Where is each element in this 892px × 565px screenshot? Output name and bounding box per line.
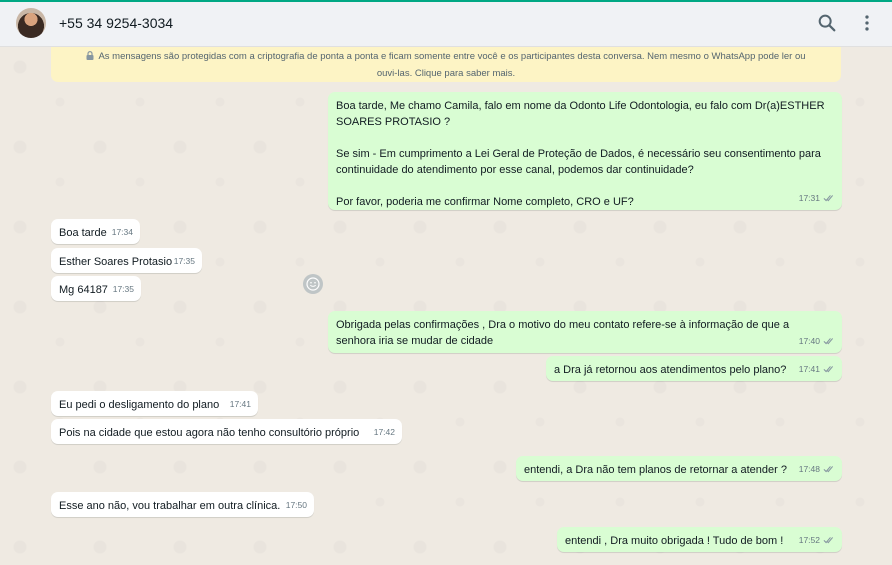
message-text: Esse ano não, vou trabalhar em outra clí…	[59, 500, 281, 512]
double-check-icon	[823, 366, 834, 373]
message-bubble-in[interactable]: Boa tarde 17:34	[51, 219, 140, 244]
message-bubble-out[interactable]: entendi , Dra muito obrigada ! Tudo de b…	[557, 527, 842, 552]
message-text: Boa tarde, Me chamo Camila, falo em nome…	[336, 100, 825, 208]
encryption-notice[interactable]: As mensagens são protegidas com a cripto…	[51, 47, 841, 82]
message-text: Pois na cidade que estou agora não tenho…	[59, 427, 360, 439]
message-time: 17:52	[798, 535, 820, 545]
double-check-icon	[823, 195, 834, 202]
message-time: 17:48	[798, 464, 820, 474]
message-bubble-out[interactable]: Boa tarde, Me chamo Camila, falo em nome…	[328, 92, 842, 210]
message-time: 17:50	[285, 500, 307, 510]
message-bubble-in[interactable]: Mg 64187 17:35	[51, 276, 141, 301]
message-list[interactable]: As mensagens são protegidas com a cripto…	[0, 47, 892, 565]
encryption-notice-line1: As mensagens são protegidas com a cripto…	[98, 51, 806, 62]
smiley-icon	[306, 277, 320, 291]
message-time: 17:35	[112, 284, 134, 294]
message-text: entendi , Dra muito obrigada ! Tudo de b…	[565, 535, 784, 547]
emoji-react-icon[interactable]	[303, 274, 323, 294]
message-bubble-in[interactable]: Eu pedi o desligamento do plano 17:41	[51, 391, 258, 416]
search-icon[interactable]	[816, 12, 838, 34]
message-text: a Dra já retornou aos atendimentos pelo …	[554, 364, 787, 376]
double-check-icon	[823, 466, 834, 473]
message-time: 17:35	[173, 256, 195, 266]
encryption-notice-line2: ouvi-las. Clique para saber mais.	[376, 68, 516, 79]
lock-icon	[86, 51, 94, 60]
message-text: Obrigada pelas confirmações , Dra o moti…	[336, 319, 790, 347]
message-bubble-in[interactable]: Esther Soares Protasio 17:35	[51, 248, 202, 273]
message-time: 17:41	[229, 399, 251, 409]
message-time: 17:40	[798, 336, 820, 346]
double-check-icon	[823, 537, 834, 544]
double-check-icon	[823, 338, 834, 345]
message-bubble-out[interactable]: a Dra já retornou aos atendimentos pelo …	[546, 356, 842, 381]
message-bubble-out[interactable]: entendi, a Dra não tem planos de retorna…	[516, 456, 842, 481]
message-time: 17:42	[373, 427, 395, 437]
message-text: entendi, a Dra não tem planos de retorna…	[524, 464, 787, 476]
message-bubble-out[interactable]: Obrigada pelas confirmações , Dra o moti…	[328, 311, 842, 353]
contact-name[interactable]: +55 34 9254-3034	[59, 15, 173, 31]
message-time: 17:34	[111, 227, 133, 237]
message-bubble-in[interactable]: Pois na cidade que estou agora não tenho…	[51, 419, 402, 444]
message-time: 17:41	[798, 364, 820, 374]
avatar[interactable]	[16, 8, 46, 38]
message-text: Eu pedi o desligamento do plano	[59, 399, 220, 411]
kebab-menu-icon[interactable]	[856, 12, 878, 34]
message-time: 17:31	[798, 193, 820, 203]
chat-header: +55 34 9254-3034	[0, 2, 892, 47]
message-bubble-in[interactable]: Esse ano não, vou trabalhar em outra clí…	[51, 492, 314, 517]
